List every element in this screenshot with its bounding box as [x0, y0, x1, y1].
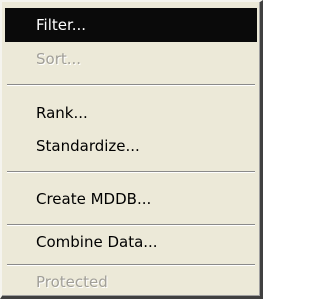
menu-item-standardize[interactable]: Standardize... [5, 129, 257, 163]
menu-item-label: Filter... [36, 16, 87, 34]
menu-item-filter[interactable]: Filter... [5, 8, 257, 42]
menu-item-label: Combine Data... [36, 233, 158, 251]
menu-item-label: Standardize... [36, 137, 140, 155]
menu-item-label: Protected [36, 273, 108, 291]
context-menu: Filter... Sort... Rank... Standardize...… [0, 0, 263, 299]
menu-separator [7, 171, 255, 173]
menu-item-rank[interactable]: Rank... [5, 96, 257, 130]
menu-item-create-mddb[interactable]: Create MDDB... [5, 182, 257, 216]
menu-item-label: Create MDDB... [36, 190, 152, 208]
menu-item-protected[interactable]: Protected [5, 265, 257, 299]
menu-separator [7, 84, 255, 86]
menu-item-sort[interactable]: Sort... [5, 42, 257, 76]
menu-item-label: Sort... [36, 50, 82, 68]
menu-item-combine-data[interactable]: Combine Data... [5, 225, 257, 259]
menu-item-label: Rank... [36, 104, 88, 122]
